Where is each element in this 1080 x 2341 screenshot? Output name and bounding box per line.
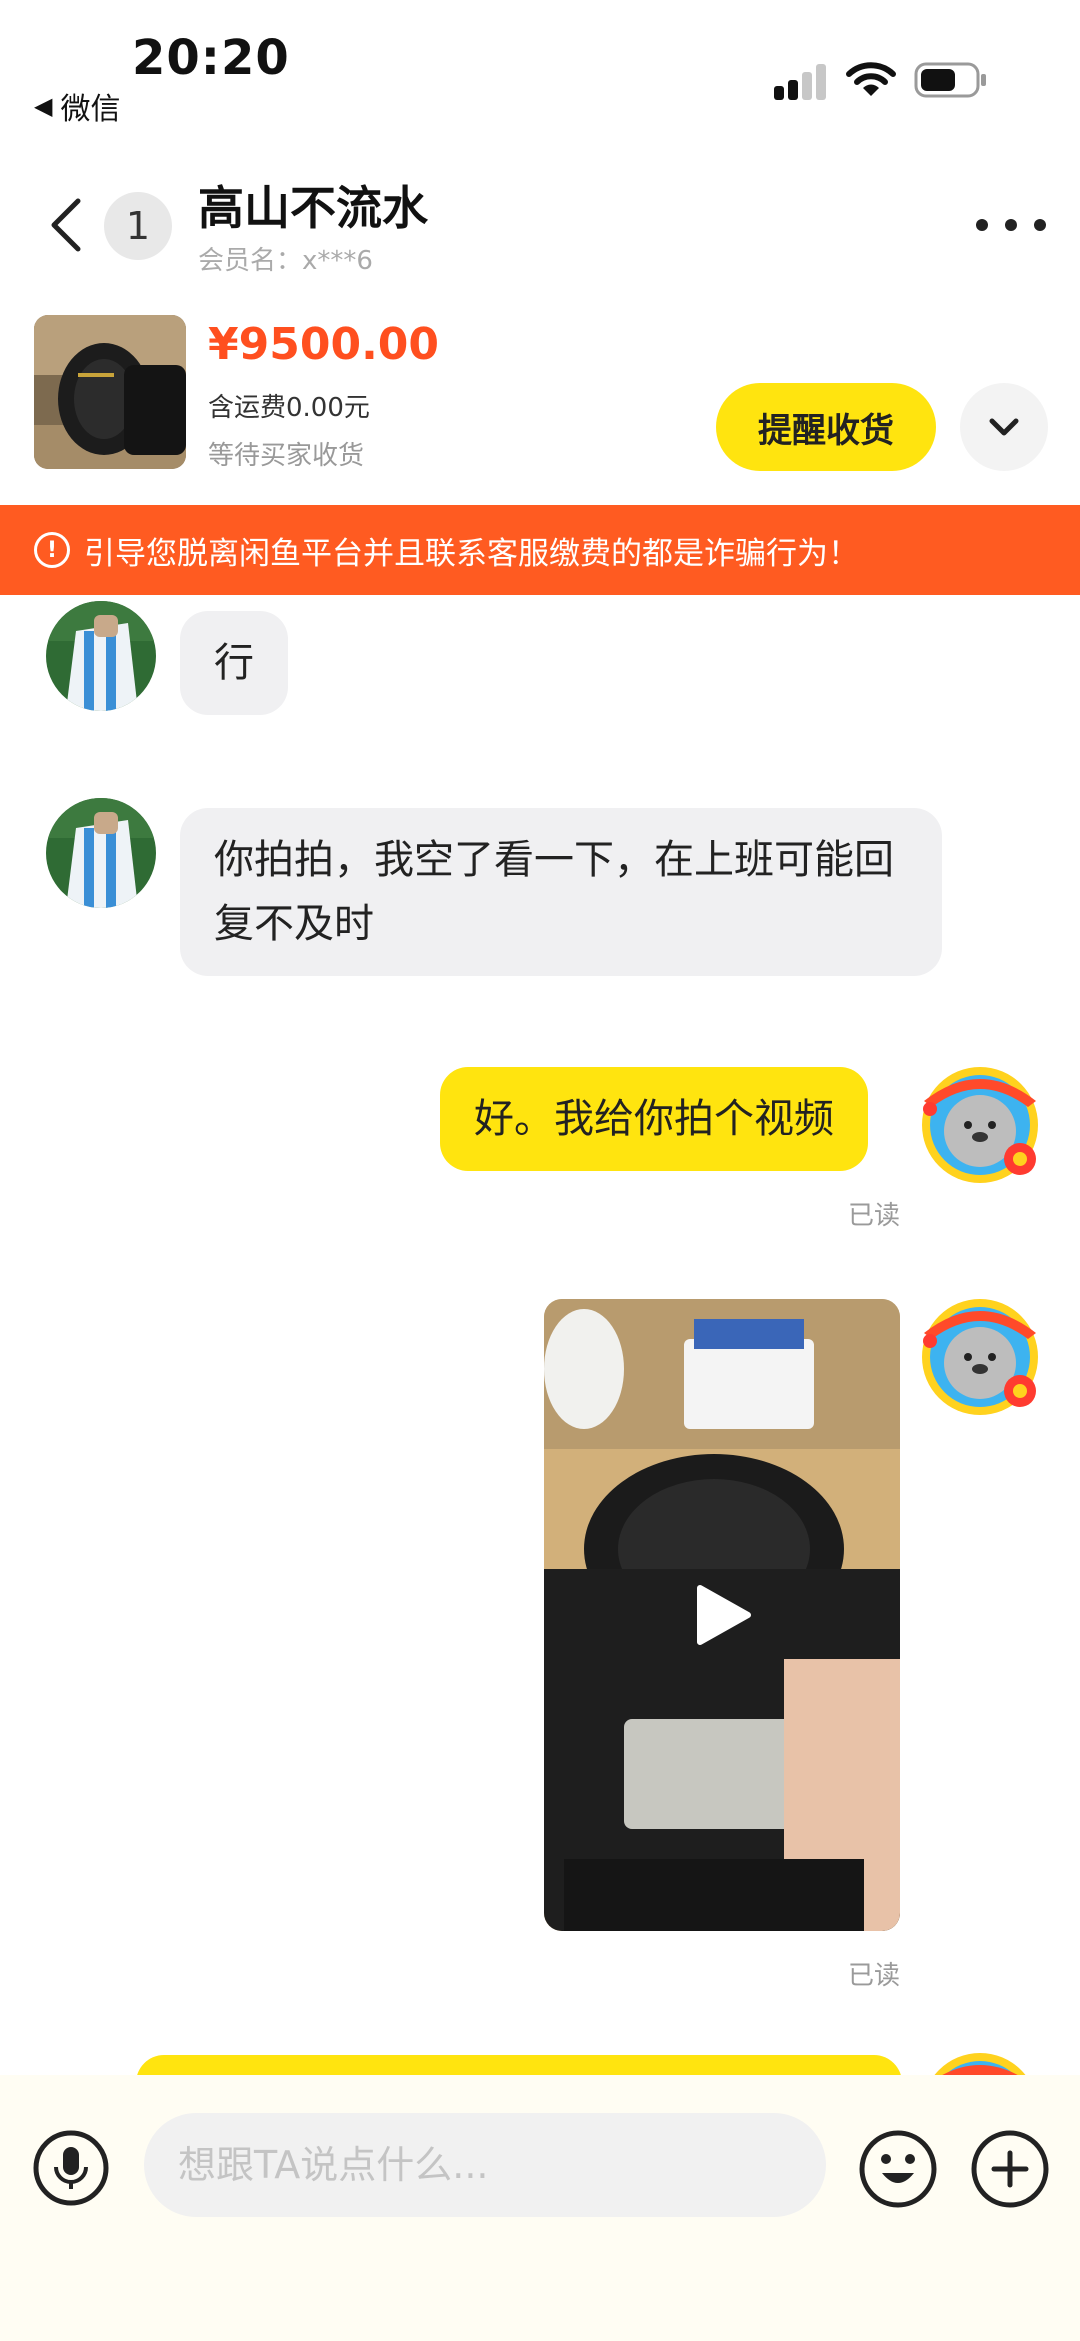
warning-text: 引导您脱离闲鱼平台并且联系客服缴费的都是诈骗行为！ bbox=[84, 535, 859, 572]
my-avatar[interactable] bbox=[916, 1293, 1044, 1421]
exclamation-circle-icon: ! bbox=[34, 532, 70, 568]
shipping-fee: 含运费0.00元 bbox=[208, 393, 370, 423]
product-thumbnail[interactable] bbox=[34, 315, 186, 469]
back-triangle-icon: ◀ bbox=[34, 92, 53, 120]
my-avatar[interactable] bbox=[916, 1061, 1044, 1189]
input-bar bbox=[0, 2075, 1080, 2341]
peer-avatar[interactable] bbox=[46, 798, 156, 908]
peer-avatar-image bbox=[46, 798, 156, 908]
chat-header: 1 高山不流水 会员名：x***6 bbox=[0, 150, 1080, 300]
status-bar: 20:20 ◀ 微信 bbox=[0, 0, 1080, 130]
fraud-warning-banner: ! 引导您脱离闲鱼平台并且联系客服缴费的都是诈骗行为！ bbox=[0, 505, 1080, 595]
back-app-label: 微信 bbox=[60, 92, 121, 127]
seal-avatar-icon bbox=[922, 1067, 1038, 1183]
message-bubble-me[interactable]: 好。我给你拍个视频 bbox=[440, 1067, 868, 1171]
peer-avatar-image bbox=[46, 601, 156, 711]
emoji-icon[interactable] bbox=[858, 2129, 938, 2209]
wifi-icon bbox=[846, 62, 896, 96]
unread-count-badge[interactable]: 1 bbox=[104, 192, 172, 260]
remind-receipt-button[interactable]: 提醒收货 bbox=[716, 383, 936, 471]
product-price: ¥9500.00 bbox=[208, 319, 440, 370]
dot-icon bbox=[976, 219, 988, 231]
chevron-down-icon bbox=[989, 418, 1019, 436]
member-name: 会员名：x***6 bbox=[198, 246, 373, 276]
dot-icon bbox=[1034, 219, 1046, 231]
status-time: 20:20 bbox=[132, 30, 290, 86]
seal-avatar-icon bbox=[934, 2053, 1026, 2075]
read-receipt: 已读 bbox=[848, 1961, 901, 1991]
play-icon[interactable] bbox=[694, 1584, 752, 1646]
microphone-icon[interactable] bbox=[32, 2129, 110, 2207]
chat-title: 高山不流水 bbox=[198, 181, 428, 235]
order-status: 等待买家收货 bbox=[208, 441, 365, 471]
message-bubble-me[interactable] bbox=[136, 2055, 902, 2075]
video-message[interactable] bbox=[544, 1299, 900, 1931]
plus-icon[interactable] bbox=[970, 2129, 1050, 2209]
chat-screen: 20:20 ◀ 微信 1 高山不流水 会员名：x***6 ¥9500.00 含运… bbox=[0, 0, 1080, 2341]
message-bubble-peer[interactable]: 你拍拍，我空了看一下，在上班可能回复不及时 bbox=[180, 808, 942, 976]
battery-icon bbox=[914, 62, 986, 98]
chevron-left-icon bbox=[51, 198, 81, 252]
message-list[interactable]: 行 你拍拍，我空了看一下，在上班可能回复不及时 好。我给你拍个视频 已读 已读 bbox=[0, 595, 1080, 2075]
more-options-button[interactable] bbox=[976, 210, 1046, 240]
product-card[interactable]: ¥9500.00 含运费0.00元 等待买家收货 提醒收货 bbox=[0, 305, 1080, 505]
message-input[interactable] bbox=[144, 2113, 826, 2217]
my-avatar[interactable] bbox=[916, 2047, 1044, 2075]
camera-lens-photo bbox=[34, 315, 186, 469]
read-receipt: 已读 bbox=[848, 1201, 901, 1231]
dot-icon bbox=[1005, 219, 1017, 231]
back-button[interactable] bbox=[36, 190, 96, 260]
expand-button[interactable] bbox=[960, 383, 1048, 471]
cellular-signal-icon bbox=[774, 64, 830, 100]
peer-avatar[interactable] bbox=[46, 601, 156, 711]
seal-avatar-icon bbox=[922, 1299, 1038, 1415]
back-to-wechat[interactable]: ◀ 微信 bbox=[34, 84, 120, 128]
message-bubble-peer[interactable]: 行 bbox=[180, 611, 288, 715]
